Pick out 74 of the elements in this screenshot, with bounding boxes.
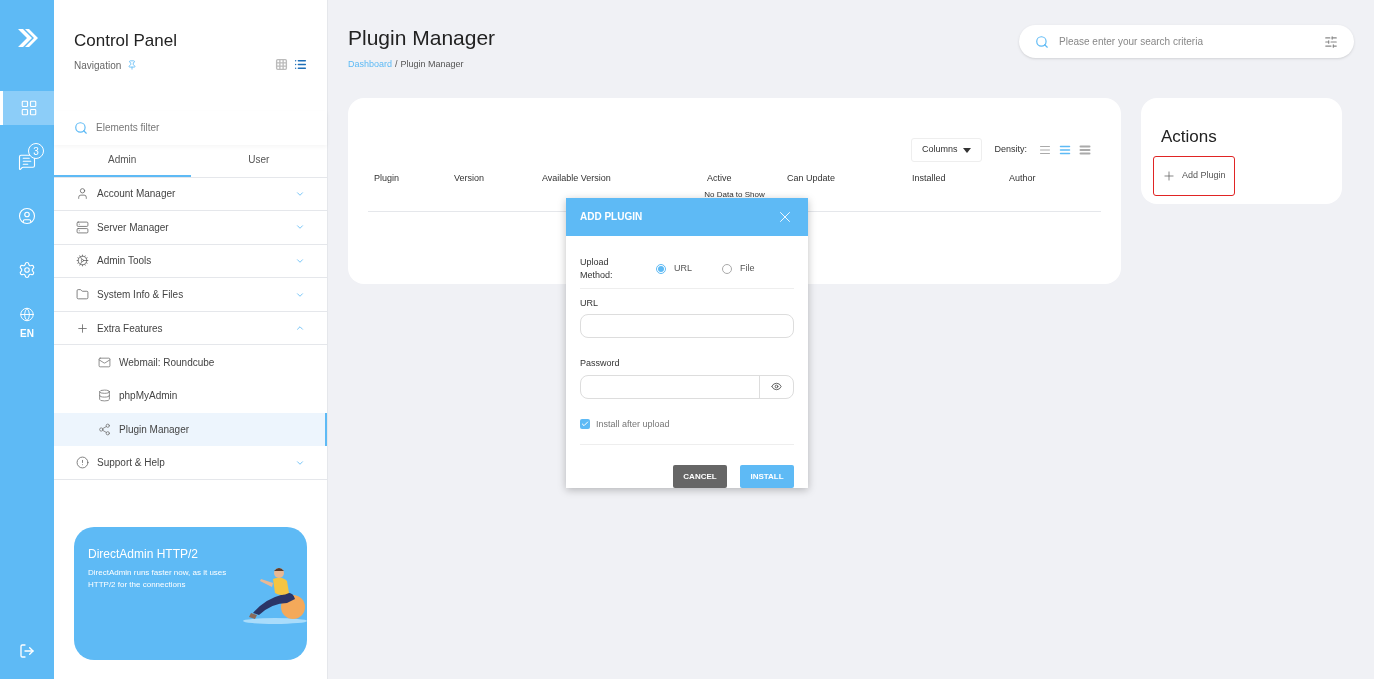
upload-method-label: Upload Method: — [580, 255, 614, 282]
promo-title: DirectAdmin HTTP/2 — [88, 546, 200, 563]
sidebar-subtitle: Navigation — [74, 58, 122, 73]
mail-icon — [98, 355, 111, 369]
column-header: Author — [1009, 172, 1037, 185]
search-icon — [1035, 34, 1049, 49]
menu-item[interactable]: Server Manager — [54, 211, 327, 245]
caret-icon — [963, 147, 972, 153]
add-plugin-button[interactable]: Add Plugin — [1153, 155, 1235, 196]
column-header: Installed — [912, 172, 947, 185]
badge: 3 — [28, 143, 44, 159]
language-label: EN — [20, 327, 34, 341]
rail-item[interactable] — [0, 91, 54, 125]
chat-icon — [18, 153, 36, 171]
radio-option[interactable]: URL — [656, 261, 692, 276]
grid-view-icon[interactable] — [275, 57, 288, 71]
dialog-title: ADD PLUGIN — [580, 210, 643, 225]
logout-icon[interactable] — [19, 643, 35, 659]
menu-item[interactable]: Support & Help — [54, 446, 327, 480]
filter-input[interactable]: Elements filter — [96, 120, 307, 135]
gear-icon — [18, 261, 36, 279]
sidebar-tab[interactable]: User — [190, 144, 327, 177]
eye-icon[interactable] — [771, 381, 782, 392]
submenu-item[interactable]: Plugin Manager — [54, 412, 327, 447]
column-header: Plugin — [374, 172, 401, 185]
gear-icon — [76, 254, 89, 268]
column-header: Version — [454, 172, 486, 185]
apps-icon — [19, 99, 38, 117]
server-icon — [76, 220, 89, 234]
cancel-button[interactable]: CANCEL — [673, 465, 727, 488]
actions-title: Actions — [1160, 126, 1218, 148]
url-label: URL — [580, 296, 599, 310]
password-field[interactable] — [580, 374, 794, 399]
submenu-item[interactable]: Webmail: Roundcube — [54, 345, 327, 380]
radio-option[interactable]: File — [722, 261, 755, 276]
submenu-item[interactable]: phpMyAdmin — [54, 379, 327, 413]
search-icon — [74, 120, 88, 135]
user-icon — [76, 187, 89, 201]
folder-icon — [76, 288, 89, 302]
install-after-checkbox[interactable]: Install after upload — [580, 417, 794, 445]
promo-text: DirectAdmin runs faster now, as it uses HTTP/2 for the connections — [88, 567, 228, 591]
density-icon[interactable] — [1079, 144, 1091, 156]
url-field[interactable] — [580, 314, 794, 338]
menu-item[interactable]: Account Manager — [54, 177, 327, 212]
plus-icon — [1162, 168, 1176, 183]
breadcrumb-separator: / — [395, 57, 398, 71]
density-icon[interactable] — [1059, 144, 1071, 156]
menu-item[interactable]: Extra Features — [54, 311, 327, 346]
empty-message: No Data to Show — [704, 189, 765, 201]
density-label: Density: — [994, 143, 1027, 157]
page-title: Plugin Manager — [348, 25, 496, 51]
column-header: Available Version — [542, 172, 612, 185]
list-view-icon[interactable] — [294, 57, 307, 71]
sidebar-title: Control Panel — [74, 30, 177, 52]
nodes-icon — [98, 422, 111, 436]
password-label: Password — [580, 357, 621, 370]
density-icon[interactable] — [1039, 144, 1051, 156]
plus-icon — [76, 321, 89, 335]
alert-icon — [76, 456, 89, 470]
search-field[interactable]: Please enter your search criteria — [1019, 25, 1354, 58]
breadcrumb-current: Plugin Manager — [400, 57, 464, 71]
sidebar-tab[interactable]: Admin — [54, 144, 191, 177]
filter-icon[interactable] — [1324, 34, 1338, 49]
columns-button[interactable]: Columns — [910, 138, 983, 162]
search-input[interactable]: Please enter your search criteria — [1059, 34, 1314, 49]
user-circle-icon — [18, 207, 36, 225]
column-header: Active — [707, 172, 733, 185]
pin-icon[interactable] — [127, 60, 138, 70]
globe-icon — [18, 307, 36, 322]
filter-field[interactable]: Elements filter — [54, 110, 327, 145]
database-icon — [98, 389, 111, 403]
menu-item[interactable]: System Info & Files — [54, 278, 327, 312]
column-header: Can Update — [787, 172, 837, 185]
menu-item[interactable]: Admin Tools — [54, 244, 327, 279]
